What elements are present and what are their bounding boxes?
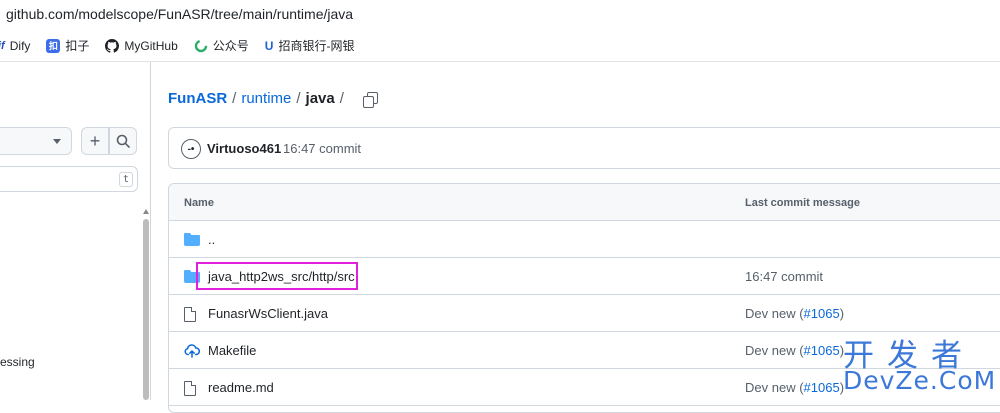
bookmark-label: MyGitHub — [124, 38, 178, 53]
commit-message-link[interactable]: 16:47 commit — [283, 141, 361, 156]
url-text[interactable]: github.com/modelscope/FunASR/tree/main/r… — [6, 6, 353, 22]
add-file-button[interactable]: + — [81, 127, 109, 155]
commit-message: Dev new (#1065) — [745, 306, 844, 321]
table-row[interactable]: java_http2ws_src/http/src 16:47 commit — [169, 258, 1000, 295]
wechat-official-icon — [194, 39, 208, 53]
bookmark-mygithub[interactable]: MyGitHub — [105, 38, 178, 53]
github-icon — [105, 38, 120, 53]
kouzi-icon: 扣 — [46, 38, 61, 53]
commit-message: Dev new (#1065) — [745, 380, 844, 395]
scroll-thumb[interactable] — [143, 219, 149, 400]
bookmark-label: 公众号 — [212, 39, 249, 53]
file-icon — [184, 307, 196, 322]
breadcrumb-separator: / — [296, 90, 301, 107]
commit-message-text: ) — [839, 306, 845, 321]
bookmark-label: 招商银行-网银 — [278, 39, 355, 53]
scroll-up-arrow-icon[interactable] — [143, 209, 149, 214]
commit-message-text[interactable]: Dev new ( — [745, 380, 804, 395]
dify-icon: if — [0, 39, 5, 52]
breadcrumb: FunASR / runtime / java / — [168, 90, 378, 108]
sidebar-scrollbar[interactable] — [142, 207, 150, 400]
commit-author-link[interactable]: Virtuoso461 — [207, 141, 281, 156]
file-name-link[interactable]: FunasrWsClient.java — [208, 306, 328, 321]
bookmark-kouzi[interactable]: 扣 扣子 — [46, 37, 89, 54]
pull-request-link[interactable]: #1065 — [804, 380, 840, 395]
watermark-logo: 开发者 DevZe.CoM — [843, 330, 997, 396]
column-header-name: Name — [184, 197, 214, 209]
breadcrumb-separator: / — [339, 90, 344, 107]
bookmarks-bar: if Dify 扣 扣子 MyGitHub 公众号 U 招商银行-网银 — [0, 30, 1000, 62]
commit-message-link[interactable]: 16:47 commit — [745, 269, 823, 284]
table-header: Name Last commit message — [169, 184, 1000, 221]
avatar[interactable]: -• — [181, 139, 201, 159]
breadcrumb-folder-link[interactable]: runtime — [241, 90, 291, 107]
bank-icon: U — [264, 38, 274, 53]
sidebar-divider — [150, 62, 151, 400]
breadcrumb-repo-link[interactable]: FunASR — [168, 90, 227, 107]
bookmark-label: Dify — [9, 38, 31, 53]
branch-select[interactable] — [0, 127, 72, 155]
watermark-en-text: DevZe.CoM — [843, 366, 997, 395]
column-header-commit-message: Last commit message — [745, 197, 860, 209]
file-name-link[interactable]: .. — [208, 232, 215, 247]
file-name-link[interactable]: java_http2ws_src/http/src — [208, 269, 355, 284]
shortcut-key: t — [119, 172, 133, 187]
table-row[interactable]: .. — [169, 221, 1000, 258]
chevron-down-icon — [53, 139, 61, 144]
plus-icon: + — [89, 130, 101, 151]
bookmark-gongzhonghao[interactable]: 公众号 — [194, 37, 249, 54]
commit-message-text[interactable]: Dev new ( — [745, 343, 804, 358]
bookmark-cmb-bank[interactable]: U 招商银行-网银 — [265, 37, 355, 54]
bookmark-label: 扣子 — [65, 39, 90, 53]
copy-icon[interactable] — [362, 91, 378, 108]
go-to-file-input[interactable]: t — [0, 166, 138, 192]
sidebar-item-label[interactable]: essing — [0, 355, 35, 369]
breadcrumb-current: java — [305, 90, 335, 107]
bookmark-dify[interactable]: if Dify — [0, 39, 30, 53]
commit-message: Dev new (#1065) — [745, 343, 844, 358]
table-row[interactable]: FunasrWsClient.java Dev new (#1065) — [169, 295, 1000, 332]
cloud-upload-icon — [184, 344, 201, 363]
latest-commit-box: -• Virtuoso461 16:47 commit — [168, 127, 1000, 169]
search-icon — [116, 134, 130, 148]
file-name-link[interactable]: Makefile — [208, 343, 256, 358]
folder-icon — [184, 233, 200, 246]
file-name-link[interactable]: readme.md — [208, 380, 274, 395]
address-bar[interactable]: github.com/modelscope/FunASR/tree/main/r… — [0, 0, 1000, 30]
search-button[interactable] — [109, 127, 137, 155]
breadcrumb-separator: / — [232, 90, 237, 107]
pull-request-link[interactable]: #1065 — [804, 306, 840, 321]
commit-message-text[interactable]: Dev new ( — [745, 306, 804, 321]
pull-request-link[interactable]: #1065 — [804, 343, 840, 358]
file-icon — [184, 381, 196, 396]
